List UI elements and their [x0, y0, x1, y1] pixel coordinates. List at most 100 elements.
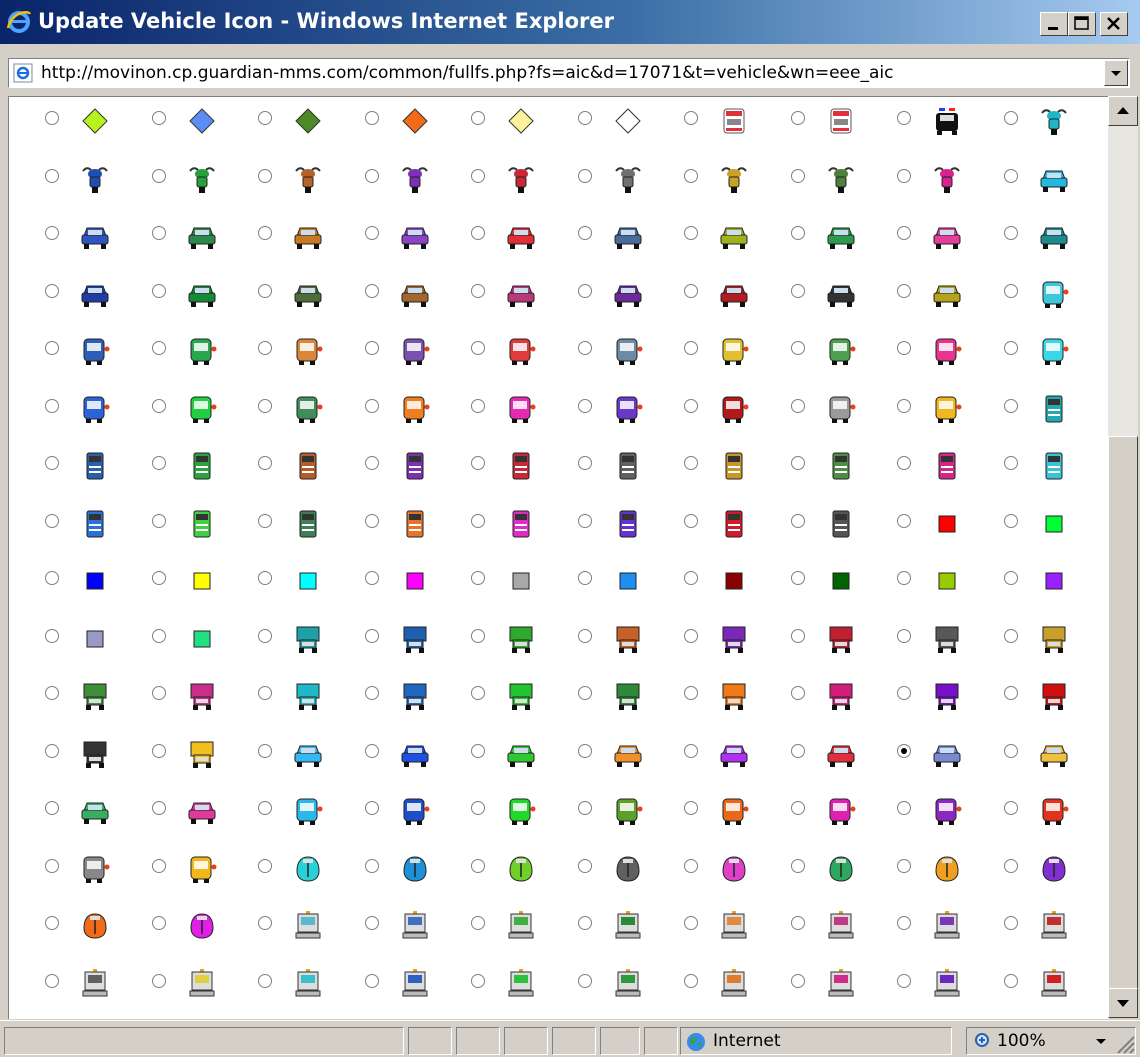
icon-option[interactable]	[339, 220, 435, 252]
icon-option[interactable]	[871, 565, 967, 597]
icon-radio-button[interactable]	[577, 226, 592, 240]
icon-option[interactable]	[126, 853, 222, 885]
icon-option[interactable]	[232, 450, 328, 482]
icon-radio-button[interactable]	[897, 513, 911, 528]
icon-radio-button[interactable]	[577, 456, 592, 470]
icon-option[interactable]	[978, 220, 1074, 252]
icon-option[interactable]	[232, 163, 328, 195]
icon-option[interactable]	[658, 335, 754, 367]
icon-radio-button[interactable]	[684, 628, 698, 643]
icon-radio-button[interactable]	[1003, 973, 1018, 988]
icon-option[interactable]	[871, 220, 967, 252]
icon-radio-button[interactable]	[258, 226, 272, 240]
icon-radio-button[interactable]	[258, 341, 272, 355]
icon-option[interactable]	[445, 220, 541, 252]
icon-radio-button[interactable]	[1003, 226, 1018, 240]
scrollbar-thumb[interactable]	[1108, 436, 1138, 992]
icon-option[interactable]	[445, 738, 541, 770]
url-text[interactable]: http://movinon.cp.guardian-mms.com/commo…	[41, 63, 893, 83]
icon-radio-button[interactable]	[790, 858, 805, 873]
icon-radio-button[interactable]	[364, 111, 379, 125]
icon-option[interactable]	[445, 968, 541, 1000]
icon-radio-button[interactable]	[151, 168, 166, 183]
icon-option[interactable]	[552, 853, 648, 885]
icon-option[interactable]	[445, 795, 541, 827]
icon-option[interactable]	[232, 680, 328, 712]
icon-radio-button[interactable]	[258, 571, 272, 585]
icon-option[interactable]	[871, 450, 967, 482]
icon-option[interactable]	[126, 738, 222, 770]
icon-option[interactable]	[232, 795, 328, 827]
icon-radio-button[interactable]	[45, 571, 59, 585]
icon-radio-button[interactable]	[151, 801, 166, 815]
icon-option[interactable]	[552, 278, 648, 310]
icon-radio-button[interactable]	[45, 226, 59, 240]
icon-option[interactable]	[445, 163, 541, 195]
icon-radio-button[interactable]	[364, 858, 379, 873]
icon-radio-button[interactable]	[258, 743, 272, 758]
icon-radio-button[interactable]	[790, 283, 805, 298]
icon-option[interactable]	[232, 968, 328, 1000]
icon-radio-button[interactable]	[471, 111, 485, 125]
icon-option[interactable]	[658, 853, 754, 885]
icon-option[interactable]	[871, 105, 967, 137]
icon-option[interactable]	[658, 393, 754, 425]
maximize-button[interactable]	[1068, 12, 1096, 36]
icon-radio-button[interactable]	[364, 973, 379, 988]
icon-option[interactable]	[126, 278, 222, 310]
icon-option[interactable]	[19, 335, 115, 367]
icon-radio-button[interactable]	[151, 973, 166, 988]
icon-option[interactable]	[126, 565, 222, 597]
icon-radio-button[interactable]	[577, 111, 592, 125]
icon-option[interactable]	[19, 393, 115, 425]
icon-option[interactable]	[445, 335, 541, 367]
icon-option[interactable]	[978, 795, 1074, 827]
icon-option[interactable]	[339, 335, 435, 367]
icon-option[interactable]	[445, 910, 541, 942]
icon-option[interactable]	[978, 738, 1074, 770]
icon-radio-button[interactable]	[684, 168, 698, 183]
icon-option[interactable]	[978, 508, 1074, 540]
icon-radio-button[interactable]	[1003, 628, 1018, 643]
icon-option[interactable]	[658, 910, 754, 942]
scroll-down-button[interactable]	[1108, 988, 1138, 1018]
icon-radio-button[interactable]	[684, 111, 698, 125]
icon-radio-button[interactable]	[577, 686, 592, 700]
icon-radio-button[interactable]	[471, 571, 485, 585]
icon-option[interactable]	[552, 680, 648, 712]
close-button[interactable]	[1100, 12, 1128, 36]
icon-radio-button[interactable]	[577, 628, 592, 643]
icon-option[interactable]	[978, 910, 1074, 942]
icon-radio-button[interactable]	[1003, 571, 1018, 585]
icon-option[interactable]	[232, 565, 328, 597]
icon-radio-button[interactable]	[577, 743, 592, 758]
icon-radio-button[interactable]	[364, 168, 379, 183]
icon-option[interactable]	[765, 623, 861, 655]
icon-option[interactable]	[19, 163, 115, 195]
vertical-scrollbar[interactable]	[1108, 96, 1138, 1018]
icon-radio-button[interactable]	[151, 456, 166, 470]
icon-radio-button[interactable]	[790, 571, 805, 585]
icon-radio-button[interactable]	[1003, 283, 1018, 298]
zoom-panel[interactable]: 100%	[966, 1027, 1136, 1055]
icon-radio-button[interactable]	[897, 973, 911, 988]
icon-radio-button[interactable]	[684, 283, 698, 298]
icon-option[interactable]	[871, 910, 967, 942]
icon-radio-button[interactable]	[258, 973, 272, 988]
icon-radio-button[interactable]	[897, 743, 911, 758]
minimize-button[interactable]	[1040, 12, 1068, 36]
icon-radio-button[interactable]	[684, 456, 698, 470]
icon-option[interactable]	[978, 623, 1074, 655]
icon-radio-button[interactable]	[897, 456, 911, 470]
icon-option[interactable]	[978, 278, 1074, 310]
icon-option[interactable]	[126, 335, 222, 367]
icon-option[interactable]	[765, 853, 861, 885]
icon-option[interactable]	[232, 738, 328, 770]
icon-radio-button[interactable]	[364, 743, 379, 758]
icon-option[interactable]	[126, 508, 222, 540]
icon-option[interactable]	[765, 680, 861, 712]
icon-option[interactable]	[445, 508, 541, 540]
icon-option[interactable]	[19, 795, 115, 827]
icon-radio-button[interactable]	[790, 398, 805, 413]
icon-option[interactable]	[232, 335, 328, 367]
